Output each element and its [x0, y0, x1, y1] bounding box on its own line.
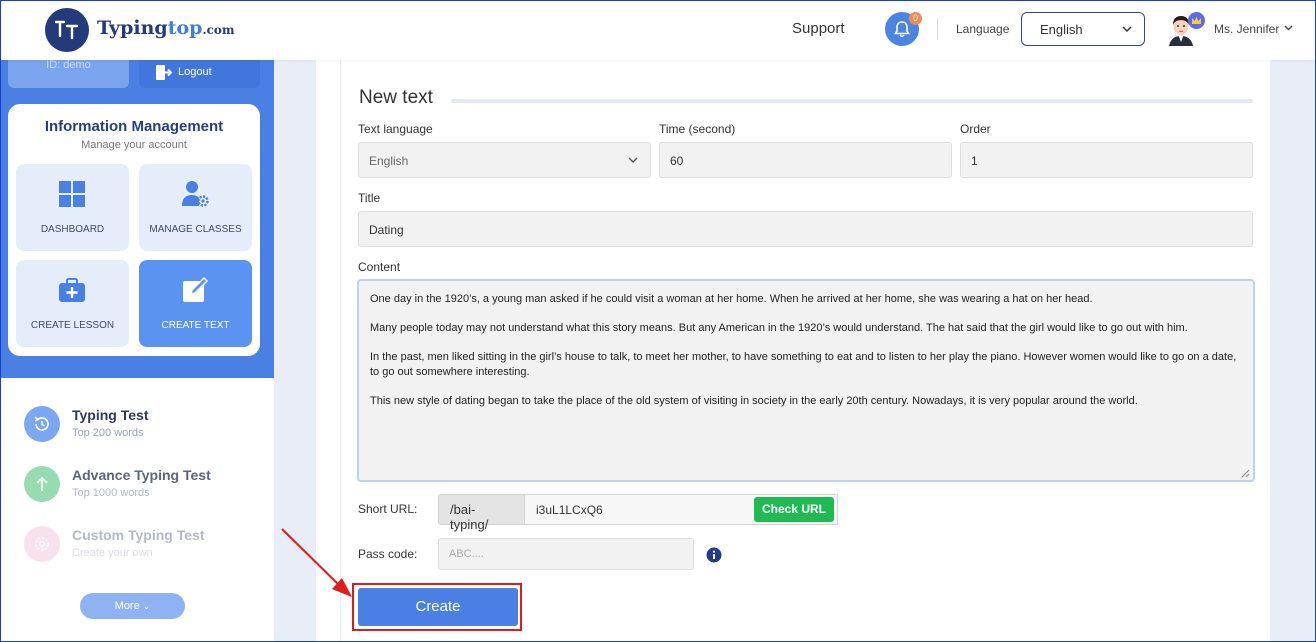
content-textarea[interactable]: One day in the 1920’s, a young man asked…: [357, 279, 1255, 482]
content-paragraph: Many people today may not understand wha…: [370, 322, 1188, 334]
time-label: Time (second): [659, 122, 736, 136]
briefcase-plus-icon: [59, 278, 85, 302]
logout-icon: [156, 65, 173, 80]
logo-text[interactable]: Typingtop.com: [97, 17, 235, 39]
tile-label: CREATE TEXT: [161, 320, 230, 331]
more-button[interactable]: More ⌄: [80, 593, 185, 619]
nav-title: Advance Typing Test: [72, 467, 211, 483]
tile-label: CREATE LESSON: [30, 320, 115, 331]
tile-create-lesson[interactable]: CREATE LESSON: [16, 260, 129, 347]
chevron-down-icon: [628, 157, 638, 163]
text-language-value: English: [369, 154, 409, 168]
section-title-underline: [451, 99, 1253, 103]
nav-custom-typing-test[interactable]: Custom Typing Test Create your own: [24, 526, 264, 566]
content-label: Content: [358, 260, 401, 274]
language-value: English: [1040, 22, 1083, 37]
user-gear-icon: [182, 181, 209, 207]
nav-title: Typing Test: [72, 407, 149, 423]
order-label: Order: [960, 122, 991, 136]
create-button[interactable]: Create: [358, 588, 518, 626]
info-card-subtitle: Manage your account: [81, 139, 187, 151]
section-title: New text: [359, 87, 433, 108]
crown-icon: [1188, 12, 1205, 29]
clock-refresh-icon: [24, 406, 60, 442]
nav-advance-typing-test[interactable]: Advance Typing Test Top 1000 words: [24, 466, 264, 506]
tile-create-text[interactable]: CREATE TEXT: [139, 260, 252, 347]
text-language-select[interactable]: English: [358, 142, 651, 178]
title-input[interactable]: Dating: [358, 211, 1253, 247]
tile-label: DASHBOARD: [40, 224, 105, 235]
check-url-button[interactable]: Check URL: [754, 497, 834, 522]
pass-code-label: Pass code:: [358, 547, 418, 561]
logo-icon[interactable]: [45, 8, 89, 52]
nav-title: Custom Typing Test: [72, 527, 205, 543]
settings-gear-icon: [24, 526, 60, 562]
logo-suffix: .com: [202, 23, 235, 37]
tile-label: MANAGE CLASSES: [149, 224, 242, 235]
annotation-arrow-icon: [281, 528, 352, 597]
user-name[interactable]: Ms. Jennifer: [1214, 22, 1279, 36]
short-url-prefix: /bai-typing/: [438, 494, 525, 532]
user-id-button[interactable]: ID: demo: [8, 60, 129, 88]
nav-subtitle: Create your own: [72, 547, 153, 559]
arrow-up-icon: [24, 466, 60, 502]
language-select[interactable]: English: [1021, 12, 1145, 46]
content-paragraph: One day in the 1920’s, a young man asked…: [370, 293, 1093, 305]
content-paragraph: In the past, men liked sitting in the gi…: [370, 351, 1237, 378]
info-card-title: Information Management: [44, 118, 224, 135]
nav-typing-test[interactable]: Typing Test Top 200 words: [24, 406, 264, 446]
logout-label: Logout: [178, 66, 212, 78]
double-chevron-down-icon: ⌄: [142, 601, 151, 611]
tile-dashboard[interactable]: DASHBOARD: [16, 164, 129, 251]
support-link[interactable]: Support: [792, 20, 845, 37]
chevron-down-icon: [1122, 26, 1132, 33]
notification-badge: 0: [909, 12, 922, 25]
nav-subtitle: Top 1000 words: [72, 487, 150, 499]
logo-accent: top: [167, 17, 203, 39]
language-label: Language: [956, 22, 1010, 36]
title-label: Title: [358, 191, 381, 205]
text-language-label: Text language: [358, 122, 433, 136]
header-divider: [937, 18, 938, 40]
tile-manage-classes[interactable]: MANAGE CLASSES: [139, 164, 252, 251]
more-label: More: [114, 600, 140, 612]
information-management-card: Information Management Manage your accou…: [8, 104, 260, 356]
logo-main: Typing: [97, 17, 168, 39]
user-menu-chevron-icon[interactable]: [1284, 25, 1293, 31]
info-icon[interactable]: [706, 547, 722, 563]
content-paragraph: This new style of dating began to take t…: [370, 395, 1138, 407]
logout-button[interactable]: Logout: [139, 60, 260, 88]
nav-subtitle: Top 200 words: [72, 427, 144, 439]
pass-code-input[interactable]: ABC....: [438, 538, 694, 570]
resize-handle-icon[interactable]: [1241, 469, 1250, 478]
short-url-label: Short URL:: [358, 502, 418, 516]
top-header: Typingtop.com Support 0 Language English…: [0, 0, 1316, 60]
time-input[interactable]: 60: [659, 142, 952, 178]
grid-icon: [59, 181, 85, 207]
order-input[interactable]: 1: [960, 142, 1253, 178]
edit-icon: [183, 276, 209, 302]
